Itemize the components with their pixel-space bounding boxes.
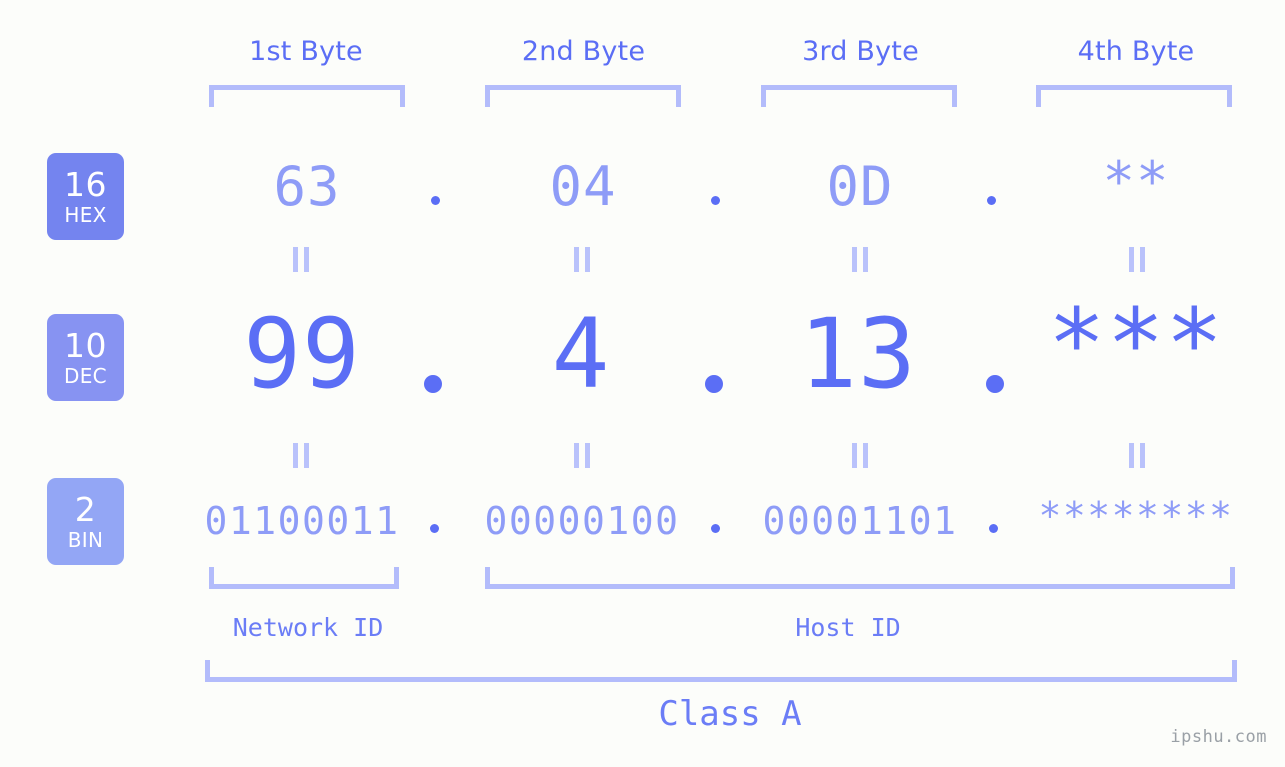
watermark: ipshu.com bbox=[1170, 727, 1267, 747]
class-label: Class A bbox=[658, 694, 802, 734]
bin-dot-1 bbox=[430, 524, 439, 533]
equals-mark-dec-bin-1 bbox=[292, 443, 310, 468]
byte-bracket-4 bbox=[1036, 85, 1232, 107]
bin-badge-word: BIN bbox=[67, 528, 104, 552]
equals-mark-dec-bin-2 bbox=[573, 443, 591, 468]
equals-mark-hex-dec-2 bbox=[573, 247, 591, 272]
equals-mark-hex-dec-3 bbox=[851, 247, 869, 272]
bin-byte-2: 00000100 bbox=[484, 499, 680, 543]
equals-mark-dec-bin-3 bbox=[851, 443, 869, 468]
bin-badge-number: 2 bbox=[74, 490, 97, 529]
dec-badge: 10 DEC bbox=[47, 314, 124, 401]
class-bracket bbox=[205, 660, 1237, 682]
byte-bracket-3 bbox=[761, 85, 957, 107]
dec-badge-word: DEC bbox=[64, 364, 107, 388]
host-id-bracket bbox=[485, 567, 1235, 589]
dec-byte-1: 99 bbox=[243, 298, 361, 410]
bin-byte-3: 00001101 bbox=[762, 499, 958, 543]
hex-dot-2 bbox=[711, 196, 720, 205]
dec-byte-4: *** bbox=[1047, 288, 1225, 400]
byte-bracket-1 bbox=[209, 85, 405, 107]
byte-header-4: 4th Byte bbox=[1077, 36, 1195, 67]
hex-byte-4: ** bbox=[1102, 150, 1170, 213]
bin-byte-4: ******** bbox=[1038, 494, 1234, 538]
hex-dot-1 bbox=[431, 196, 440, 205]
byte-header-3: 3rd Byte bbox=[802, 36, 919, 67]
hex-dot-3 bbox=[987, 196, 996, 205]
dec-dot-3 bbox=[986, 375, 1004, 393]
hex-byte-1: 63 bbox=[273, 155, 341, 218]
network-id-bracket bbox=[209, 567, 399, 589]
dec-badge-number: 10 bbox=[64, 326, 107, 365]
host-id-label: Host ID bbox=[795, 613, 901, 642]
byte-bracket-2 bbox=[485, 85, 681, 107]
bin-badge: 2 BIN bbox=[47, 478, 124, 565]
equals-mark-hex-dec-4 bbox=[1128, 247, 1146, 272]
hex-badge: 16 HEX bbox=[47, 153, 124, 240]
hex-badge-word: HEX bbox=[64, 203, 107, 227]
bin-dot-3 bbox=[989, 524, 998, 533]
ip-breakdown-diagram: 1st Byte 2nd Byte 3rd Byte 4th Byte 16 H… bbox=[0, 0, 1285, 767]
bin-byte-1: 01100011 bbox=[204, 499, 400, 543]
equals-mark-dec-bin-4 bbox=[1128, 443, 1146, 468]
dec-dot-2 bbox=[705, 375, 723, 393]
equals-mark-hex-dec-1 bbox=[292, 247, 310, 272]
dec-byte-2: 4 bbox=[551, 298, 611, 410]
hex-byte-2: 04 bbox=[549, 155, 617, 218]
hex-badge-number: 16 bbox=[64, 165, 107, 204]
byte-header-1: 1st Byte bbox=[249, 36, 363, 67]
byte-header-2: 2nd Byte bbox=[521, 36, 646, 67]
dec-dot-1 bbox=[424, 375, 442, 393]
network-id-label: Network ID bbox=[232, 613, 384, 642]
hex-byte-3: 0D bbox=[826, 155, 894, 218]
bin-dot-2 bbox=[711, 524, 720, 533]
dec-byte-3: 13 bbox=[799, 298, 917, 410]
